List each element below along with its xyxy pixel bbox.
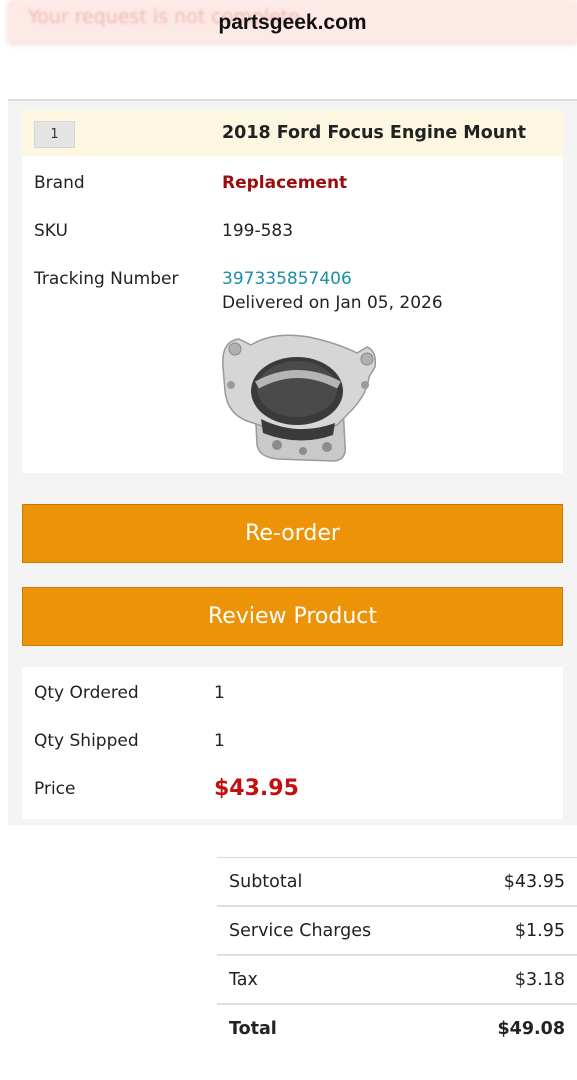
service-charges-row: Service Charges $1.95 xyxy=(217,907,577,956)
total-label: Total xyxy=(229,1019,277,1039)
tax-value: $3.18 xyxy=(514,970,565,990)
total-row: Total $49.08 xyxy=(217,1005,577,1054)
tax-row: Tax $3.18 xyxy=(217,956,577,1005)
engine-mount-image[interactable] xyxy=(217,333,385,463)
subtotal-row: Subtotal $43.95 xyxy=(217,858,577,907)
brand-label: Brand xyxy=(34,173,85,193)
order-totals: Subtotal $43.95 Service Charges $1.95 Ta… xyxy=(217,857,577,1054)
tracking-number-link[interactable]: 397335857406 xyxy=(222,269,352,289)
sku-value: 199-583 xyxy=(222,221,294,241)
subtotal-label: Subtotal xyxy=(229,872,303,892)
order-item-panel: 1 2018 Ford Focus Engine Mount Brand Rep… xyxy=(8,99,577,825)
subtotal-value: $43.95 xyxy=(503,872,565,892)
total-value: $49.08 xyxy=(497,1019,565,1039)
price-value: $43.95 xyxy=(214,776,299,801)
quantity-card: Qty Ordered 1 Qty Shipped 1 Price $43.95 xyxy=(22,667,563,819)
brand-value: Replacement xyxy=(222,173,348,193)
qty-shipped-label: Qty Shipped xyxy=(34,731,139,751)
price-label: Price xyxy=(34,779,76,799)
review-product-button[interactable]: Review Product xyxy=(22,587,563,646)
reorder-button[interactable]: Re-order xyxy=(22,504,563,563)
service-charges-value: $1.95 xyxy=(514,921,565,941)
quantity-badge: 1 xyxy=(34,121,75,148)
tax-label: Tax xyxy=(229,970,258,990)
item-header: 1 2018 Ford Focus Engine Mount xyxy=(22,110,563,156)
qty-ordered-value: 1 xyxy=(214,683,225,703)
item-card: 1 2018 Ford Focus Engine Mount Brand Rep… xyxy=(22,110,563,473)
site-title: partsgeek.com xyxy=(218,11,367,34)
tracking-label: Tracking Number xyxy=(34,269,179,289)
item-title[interactable]: 2018 Ford Focus Engine Mount xyxy=(222,123,526,143)
sku-label: SKU xyxy=(34,221,68,241)
delivery-status: Delivered on Jan 05, 2026 xyxy=(222,293,443,313)
top-bar: Your request is not complete partsgeek.c… xyxy=(0,0,577,52)
qty-shipped-value: 1 xyxy=(214,731,225,751)
service-charges-label: Service Charges xyxy=(229,921,372,941)
qty-ordered-label: Qty Ordered xyxy=(34,683,139,703)
